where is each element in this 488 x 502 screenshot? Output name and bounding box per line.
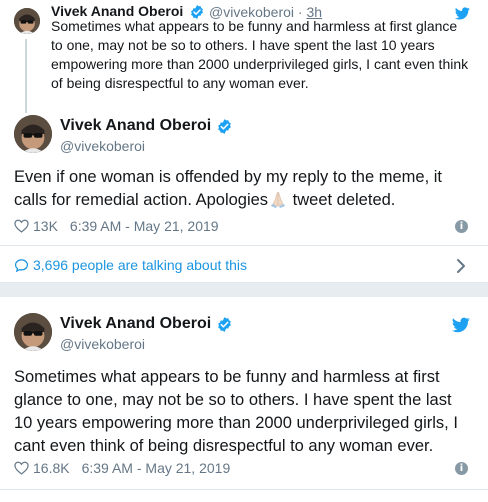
tweet-card-main: Vivek Anand Oberoi @vivekoberoi · 3h Som…: [0, 0, 488, 283]
card-divider: [0, 489, 488, 490]
second-author-name[interactable]: Vivek Anand Oberoi: [60, 315, 211, 333]
info-icon[interactable]: i: [455, 462, 468, 475]
main-author-avatar[interactable]: [14, 115, 52, 153]
tweet-timestamp[interactable]: 6:39 AM - May 21, 2019: [82, 460, 231, 476]
card-divider: [0, 245, 488, 246]
folded-hands-icon: [271, 191, 286, 208]
main-tweet-text-part2: tweet deleted.: [288, 191, 396, 209]
heart-icon[interactable]: [14, 219, 29, 233]
verified-badge-icon: [218, 317, 231, 332]
second-tweet-text: Sometimes what appears to be funny and h…: [14, 368, 458, 455]
people-talking-text: 3,696 people are talking about this: [33, 257, 248, 273]
main-author-handle[interactable]: @vivekoberoi: [60, 138, 145, 154]
second-author-handle[interactable]: @vivekoberoi: [60, 336, 145, 352]
quoted-tweet-text: Sometimes what appears to be funny and h…: [51, 18, 469, 91]
quoted-author-avatar[interactable]: [14, 8, 40, 34]
second-author-avatar[interactable]: [14, 313, 52, 351]
main-tweet-footer: 13K 6:39 AM - May 21, 2019: [14, 218, 219, 234]
main-author-name[interactable]: Vivek Anand Oberoi: [60, 117, 211, 135]
second-tweet-footer: 16.8K 6:39 AM - May 21, 2019: [14, 460, 230, 476]
chevron-right-icon[interactable]: [456, 258, 466, 274]
thread-connector-line: [25, 39, 27, 113]
people-talking-link[interactable]: 3,696 people are talking about this: [14, 257, 247, 273]
like-count[interactable]: 16.8K: [33, 460, 70, 476]
info-icon[interactable]: i: [455, 220, 468, 233]
heart-icon[interactable]: [14, 461, 29, 475]
tweet-card-second: Vivek Anand Oberoi @vivekoberoi Sometime…: [0, 297, 488, 502]
like-count[interactable]: 13K: [33, 218, 58, 234]
twitter-bird-icon[interactable]: [452, 317, 470, 333]
tweet-timestamp[interactable]: 6:39 AM - May 21, 2019: [70, 218, 219, 234]
verified-badge-icon: [218, 119, 231, 134]
speech-bubble-icon: [14, 258, 29, 272]
main-tweet-text: Even if one woman is offended by my repl…: [14, 166, 476, 212]
